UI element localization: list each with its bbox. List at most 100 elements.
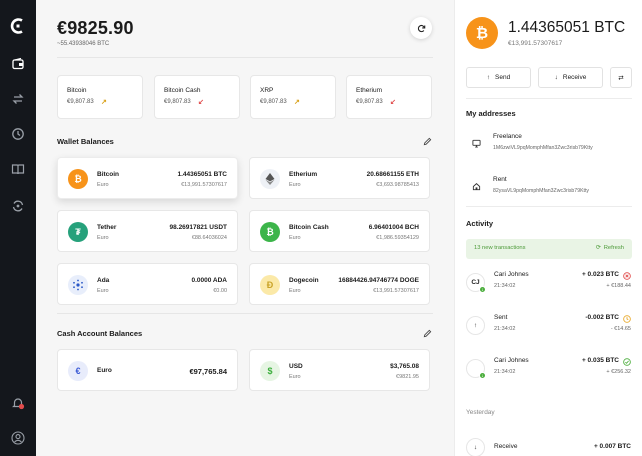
ticker-price: €9,807.83 [67,99,94,105]
wallet-fiat: €13,991.57307617 [181,182,227,188]
activity-fiat: + €256.32 [606,369,631,375]
wallet-name: Bitcoin [97,171,120,178]
book-icon[interactable] [11,162,25,176]
status-success-icon [623,358,631,366]
wallet-card[interactable]: Etherium Euro 20.68661155 ETH €3,693.987854… [249,157,430,199]
wallet-icon[interactable] [11,57,25,71]
wallet-name: Dogecoin [289,277,319,284]
wallet-fiat: €88.64036024 [191,235,227,241]
cardano-icon [68,275,88,295]
history-icon[interactable] [11,127,25,141]
ticker-name: Bitcoin Cash [164,87,201,94]
receive-button[interactable]: ↓ Receive [538,67,603,88]
cash-sub: Euro [289,374,301,380]
wallet-card[interactable]: Ada Euro 0.0000 ADA €0.00 [57,263,238,305]
activity-avatar: ↓ [466,359,486,379]
wallet-balances-title: Wallet Balances [57,137,114,146]
wallet-currency: Euro [97,288,109,294]
home-icon [472,183,481,191]
ticker-name: Etherium [356,87,383,94]
refresh-link[interactable]: ⟳ Refresh [596,245,624,251]
new-transactions-banner[interactable]: 13 new transactions ⟳ Refresh [466,239,632,259]
receive-activity-icon: ↓ [466,438,485,456]
receive-label: Receive [562,74,587,81]
trend-up-icon: ↗ [101,99,107,106]
sidebar-rail [0,0,36,456]
wallet-amount: 98.26917821 USDT [169,224,227,231]
wallet-card[interactable]: ₿ Bitcoin Euro 1.44365051 BTC €13,991.573076… [57,157,238,199]
wallet-currency: Euro [289,288,301,294]
refresh-button[interactable] [410,17,432,39]
tether-icon: ₮ [68,222,88,242]
send-button[interactable]: ↑ Send [466,67,531,88]
section-divider [57,313,433,314]
send-label: Send [495,74,511,81]
trend-down-icon: ↙ [390,99,396,106]
address-value-rent[interactable]: 82ysaVL9pqMomphMfan3Zwc3risb79Ktty [493,188,589,194]
wallet-name: Tether [97,224,117,231]
wallet-fiat: €13,991.57307617 [373,288,419,294]
price-ticker-card[interactable]: XRP €9,807.83 ↗ [250,75,336,119]
wallet-card[interactable]: ₮ Tether Euro 98.26917821 USDT €88.64036024 [57,210,238,252]
activity-title: Activity [466,219,494,228]
refresh-icon [417,24,425,32]
cash-name: Euro [97,367,112,374]
sync-icon[interactable] [11,199,25,213]
cash-card[interactable]: $ USD Euro $3,765.08 €9821.95 [249,349,430,391]
wallet-amount: 6.96401004 BCH [368,224,419,231]
panel-divider [466,98,632,99]
detail-amount: 1.44365051 BTC [508,19,626,36]
activity-time: 21:34:02 [494,369,516,375]
incoming-badge-icon: ↓ [479,286,486,293]
trend-down-icon: ↙ [198,99,204,106]
main-content: €9825.90 ~55.43938046 BTC Bitcoin €9,807.… [36,0,454,456]
activity-time: 21:34:02 [494,326,516,332]
arrow-up-icon: ↑ [486,74,491,81]
price-ticker-card[interactable]: Bitcoin €9,807.83 ↗ [57,75,143,119]
wallet-currency: Euro [97,235,109,241]
wallet-currency: Euro [289,182,301,188]
cash-card[interactable]: € Euro €97,765.84 [57,349,238,391]
price-ticker-card[interactable]: Bitcoin Cash €9,807.83 ↙ [154,75,240,119]
swap-button[interactable]: ⇄ [610,67,632,88]
wallet-name: Ada [97,277,110,284]
panel-divider [466,206,632,207]
monitor-icon [472,139,481,148]
wallet-card[interactable]: ₿ Bitcoin Cash Euro 6.96401004 BCH €1,986.59… [249,210,430,252]
edit-cash-icon[interactable] [423,329,432,338]
trend-up-icon: ↗ [294,99,300,106]
price-ticker-card[interactable]: Etherium €9,807.83 ↙ [346,75,432,119]
edit-wallets-icon[interactable] [423,137,432,146]
detail-fiat: €13,991.57307617 [508,40,563,47]
address-name-freelance: Freelance [493,133,522,140]
status-pending-icon [623,315,631,323]
address-value-freelance[interactable]: 1M6zwiVL9pqMomphMfan3Zwc3risb79Ktty [493,145,593,151]
activity-name: Receive [494,443,518,450]
activity-name: Cari Johnes [494,271,529,278]
ticker-price: €9,807.83 [260,99,287,105]
bitcoin-icon: ₿ [68,169,88,189]
address-name-rent: Rent [493,176,507,183]
bitcoin-cash-icon: ₿ [260,222,280,242]
activity-amount: + 0.007 BTC [593,443,631,450]
ticker-name: XRP [260,87,274,94]
currency-glyph: € [75,366,81,376]
avatar-text: CJ [471,279,480,286]
currency-glyph: $ [267,366,273,376]
notification-bell-icon[interactable] [11,396,25,410]
ethereum-icon [260,169,280,189]
exchange-icon[interactable] [11,92,25,106]
activity-amount: -0.002 BTC [585,314,619,321]
wallet-amount: 16884426.94746774 DOGE [338,277,419,284]
total-balance-btc: ~55.43938046 BTC [57,41,110,47]
arrow-down-icon: ↓ [554,74,558,81]
wallet-fiat: €1,986.59354129 [376,235,419,241]
refresh-icon: ⟳ [595,245,601,251]
ticker-name: Bitcoin [67,87,87,94]
wallet-card[interactable]: Ð Dogecoin Euro 16884426.94746774 DOGE €13,9… [249,263,430,305]
wallet-amount: 1.44365051 BTC [177,171,227,178]
cash-amount: €97,765.84 [189,367,227,376]
profile-icon[interactable] [11,431,25,445]
app-logo-icon[interactable] [9,17,27,35]
addresses-title: My addresses [466,109,516,118]
